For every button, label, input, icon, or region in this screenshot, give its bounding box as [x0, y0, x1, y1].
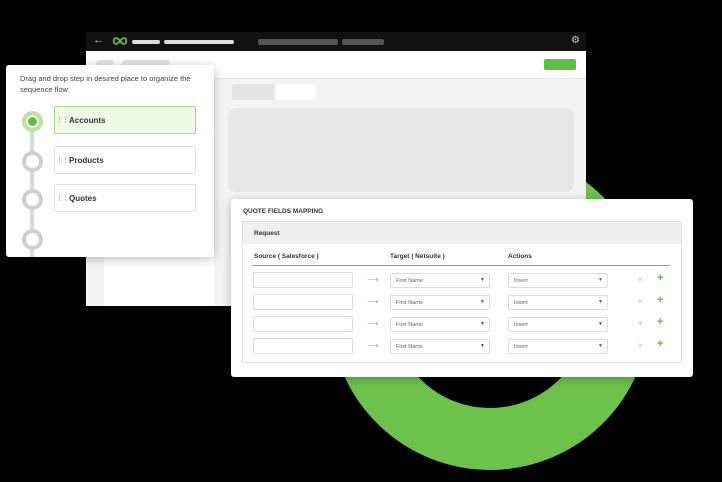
- caret-down-icon: ▼: [480, 321, 485, 327]
- step-products[interactable]: ⋮⋮ Products: [54, 146, 196, 174]
- tab-placeholder[interactable]: [232, 84, 274, 100]
- source-field-input[interactable]: [253, 338, 353, 354]
- column-header-target: Target ( Netsuite ): [390, 253, 445, 260]
- select-value: Insert: [514, 322, 528, 328]
- action-select[interactable]: Insert ▼: [508, 339, 608, 354]
- select-value: First Name: [396, 300, 423, 306]
- sequence-steps-panel: Drag and drop step in desired place to o…: [6, 65, 214, 257]
- remove-row-icon[interactable]: ×: [638, 297, 643, 306]
- add-row-icon[interactable]: +: [657, 294, 663, 306]
- header-divider: [252, 265, 670, 266]
- select-value: First Name: [396, 278, 423, 284]
- action-select[interactable]: Insert ▼: [508, 273, 608, 288]
- target-field-select[interactable]: First Name ▼: [390, 295, 490, 310]
- caret-down-icon: ▼: [598, 299, 603, 305]
- section-header: Request: [243, 222, 681, 244]
- add-row-icon[interactable]: +: [657, 272, 663, 284]
- mapping-table: Request Source ( Salesforce ) Target ( N…: [242, 221, 682, 363]
- infinity-icon: [112, 37, 128, 45]
- select-value: First Name: [396, 344, 423, 350]
- caret-down-icon: ▼: [480, 299, 485, 305]
- step-accounts[interactable]: ⋮⋮ Accounts: [54, 106, 196, 134]
- remove-row-icon[interactable]: ×: [638, 319, 643, 328]
- target-field-select[interactable]: First Name ▼: [390, 317, 490, 332]
- step-label: Accounts: [69, 115, 106, 125]
- select-value: First Name: [396, 322, 423, 328]
- step-node-products: [22, 151, 43, 172]
- table-row: ⟶ First Name ▼ Insert ▼ × +: [243, 316, 683, 334]
- table-row: ⟶ First Name ▼ Insert ▼ × +: [243, 294, 683, 312]
- content-card: [228, 108, 574, 192]
- action-select[interactable]: Insert ▼: [508, 295, 608, 310]
- add-row-icon[interactable]: +: [657, 316, 663, 328]
- caret-down-icon: ▼: [480, 343, 485, 349]
- caret-down-icon: ▼: [598, 277, 603, 283]
- panel-title: QUOTE FIELDS MAPPING: [243, 208, 324, 215]
- select-value: Insert: [514, 344, 528, 350]
- step-node-accounts: [22, 111, 43, 132]
- step-label: Quotes: [69, 193, 97, 203]
- tab-placeholder[interactable]: [258, 39, 338, 45]
- title-bar: ← ⚙: [86, 32, 586, 51]
- instructions-text: Drag and drop step in desired place to o…: [20, 74, 191, 94]
- gear-icon[interactable]: ⚙: [571, 35, 580, 46]
- select-value: Insert: [514, 278, 528, 284]
- arrow-right-icon: ⟶: [367, 275, 379, 284]
- arrow-left-icon[interactable]: ←: [93, 34, 104, 46]
- step-label: Products: [69, 155, 104, 165]
- caret-down-icon: ▼: [598, 343, 603, 349]
- table-row: ⟶ First Name ▼ Insert ▼ × +: [243, 338, 683, 356]
- drag-handle-icon[interactable]: ⋮⋮: [55, 194, 69, 202]
- target-field-select[interactable]: First Name ▼: [390, 273, 490, 288]
- action-select[interactable]: Insert ▼: [508, 317, 608, 332]
- step-node-quotes: [22, 189, 43, 210]
- primary-button[interactable]: [544, 59, 576, 70]
- drag-handle-icon[interactable]: ⋮⋮: [55, 116, 69, 124]
- title-placeholder: [164, 40, 234, 44]
- tab-placeholder[interactable]: [342, 39, 384, 45]
- source-field-input[interactable]: [253, 316, 353, 332]
- drag-handle-icon[interactable]: ⋮⋮: [55, 156, 69, 164]
- step-node-empty: [22, 229, 43, 250]
- tab-placeholder[interactable]: [276, 84, 316, 100]
- table-row: ⟶ First Name ▼ Insert ▼ × +: [243, 272, 683, 290]
- remove-row-icon[interactable]: ×: [638, 275, 643, 284]
- column-header-actions: Actions: [508, 253, 532, 260]
- quote-fields-mapping-panel: QUOTE FIELDS MAPPING Request Source ( Sa…: [231, 199, 693, 377]
- arrow-right-icon: ⟶: [367, 341, 379, 350]
- arrow-right-icon: ⟶: [367, 319, 379, 328]
- arrow-right-icon: ⟶: [367, 297, 379, 306]
- target-field-select[interactable]: First Name ▼: [390, 339, 490, 354]
- remove-row-icon[interactable]: ×: [638, 341, 643, 350]
- source-field-input[interactable]: [253, 272, 353, 288]
- select-value: Insert: [514, 300, 528, 306]
- step-quotes[interactable]: ⋮⋮ Quotes: [54, 184, 196, 212]
- add-row-icon[interactable]: +: [657, 338, 663, 350]
- title-placeholder: [132, 40, 160, 44]
- caret-down-icon: ▼: [480, 277, 485, 283]
- column-header-source: Source ( Salesforce ): [254, 253, 319, 260]
- caret-down-icon: ▼: [598, 321, 603, 327]
- source-field-input[interactable]: [253, 294, 353, 310]
